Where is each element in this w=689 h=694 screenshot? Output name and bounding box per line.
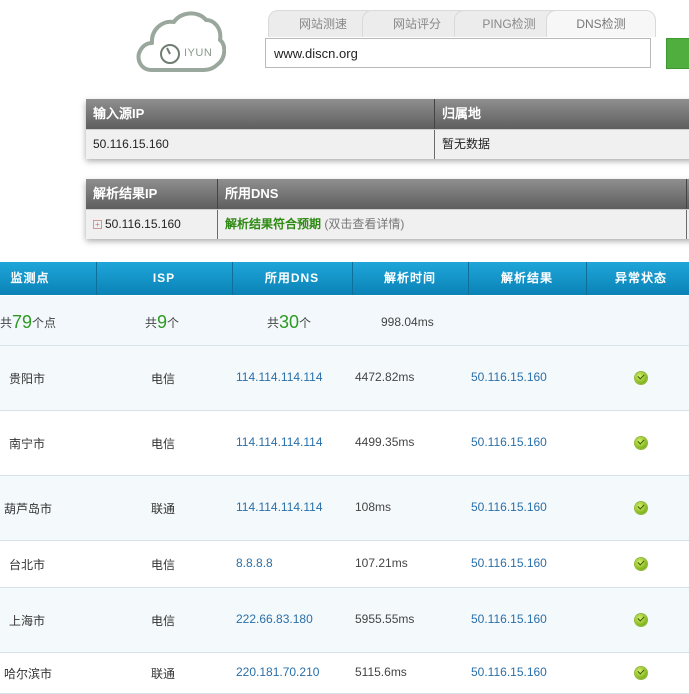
row-resolve-result: 50.116.15.160 <box>471 435 547 449</box>
row-city: 哈尔滨市 <box>4 667 53 681</box>
resolve-status-cell[interactable]: 解析结果符合预期 (双击查看详情) <box>218 210 687 239</box>
header-location: 归属地 <box>442 106 482 121</box>
resolve-result-panel-header: 解析结果IP 所用DNS <box>86 179 689 209</box>
row-city: 台北市 <box>9 558 46 572</box>
results-table-header: 监测点 ISP 所用DNS 解析时间 解析结果 异常状态 <box>0 262 689 295</box>
table-row[interactable]: 贵阳市 电信 114.114.114.114 4472.82ms 50.116.15.1… <box>0 346 689 411</box>
logo-text: IYUN <box>184 47 213 59</box>
row-resolve-result: 50.116.15.160 <box>471 500 547 514</box>
header-resolve-ip: 解析结果IP <box>86 179 218 209</box>
source-ip-panel-header: 输入源IP 归属地 <box>86 99 689 129</box>
row-resolve-result: 50.116.15.160 <box>471 665 547 679</box>
summary-isp: 共9个 <box>145 312 180 332</box>
tool-tabs: 网站测速 网站评分 PING检测 DNS检测 <box>268 10 689 38</box>
table-row[interactable]: 台北市 电信 8.8.8.8 107.21ms 50.116.15.160 <box>0 541 689 588</box>
location-value: 暂无数据 <box>442 137 491 151</box>
row-dns: 114.114.114.114 <box>236 500 323 514</box>
cloud-logo-icon <box>136 11 226 72</box>
status-ok-icon <box>635 667 647 679</box>
tab-dns-check[interactable]: DNS检测 <box>546 10 656 37</box>
summary-dns-count: 30 <box>279 312 300 332</box>
row-city: 葫芦岛市 <box>4 502 53 516</box>
check-button[interactable] <box>666 38 689 69</box>
row-resolve-result: 50.116.15.160 <box>471 370 547 384</box>
row-resolve-time: 107.21ms <box>355 556 408 570</box>
row-city: 上海市 <box>9 614 46 628</box>
row-city: 南宁市 <box>9 437 46 451</box>
col-used-dns[interactable]: 所用DNS <box>232 262 352 295</box>
table-row[interactable]: 哈尔滨市 联通 220.181.70.210 5115.6ms 50.116.15.16… <box>0 653 689 694</box>
row-isp: 电信 <box>151 372 176 386</box>
expand-icon[interactable]: + <box>93 220 102 229</box>
source-ip-panel: 输入源IP 归属地 50.116.15.160 暂无数据 <box>86 99 689 159</box>
row-resolve-result: 50.116.15.160 <box>471 556 547 570</box>
resolve-ip-cell[interactable]: +50.116.15.160 <box>86 210 218 239</box>
table-row[interactable]: 南宁市 电信 114.114.114.114 4499.35ms 50.116.15.1… <box>0 411 689 476</box>
row-isp: 联通 <box>151 502 176 516</box>
status-ok-icon <box>635 437 647 449</box>
summary-nodes-count: 79 <box>12 312 33 332</box>
table-row[interactable]: 葫芦岛市 联通 114.114.114.114 108ms 50.116.15.160 <box>0 476 689 541</box>
row-dns: 8.8.8.8 <box>236 556 273 570</box>
summary-avg-time: 998.04ms <box>381 315 434 329</box>
status-ok-icon <box>635 502 647 514</box>
header-source-ip: 输入源IP <box>86 99 435 129</box>
summary-isp-count: 9 <box>157 312 168 332</box>
row-isp: 联通 <box>151 667 176 681</box>
resolve-status-text: 解析结果符合预期 <box>225 217 322 231</box>
summary-nodes: 共79个点 <box>0 312 57 332</box>
resolve-detail-hint: (双击查看详情) <box>324 217 405 231</box>
status-ok-icon <box>635 558 647 570</box>
row-resolve-time: 4499.35ms <box>355 435 415 449</box>
row-isp: 电信 <box>151 614 176 628</box>
header-used-dns: 所用DNS <box>218 179 687 209</box>
resolve-result-panel: 解析结果IP 所用DNS +50.116.15.160 解析结果符合预期 (双击… <box>86 179 689 239</box>
col-resolve-result[interactable]: 解析结果 <box>468 262 586 295</box>
row-dns: 220.181.70.210 <box>236 665 320 679</box>
col-resolve-time[interactable]: 解析时间 <box>352 262 468 295</box>
source-ip-value: 50.116.15.160 <box>86 130 435 159</box>
source-ip-row: 50.116.15.160 暂无数据 <box>86 129 689 159</box>
logo[interactable]: IYUN <box>134 8 226 76</box>
row-resolve-time: 5955.55ms <box>355 612 415 626</box>
row-isp: 电信 <box>151 558 176 572</box>
resolve-ip-value: 50.116.15.160 <box>105 217 181 231</box>
status-ok-icon <box>635 614 647 626</box>
resolve-result-row[interactable]: +50.116.15.160 解析结果符合预期 (双击查看详情) <box>86 209 689 239</box>
col-isp[interactable]: ISP <box>96 262 232 295</box>
row-dns: 114.114.114.114 <box>236 435 323 449</box>
row-dns: 222.66.83.180 <box>236 612 313 626</box>
row-resolve-time: 108ms <box>355 500 392 514</box>
table-row[interactable]: 上海市 电信 222.66.83.180 5955.55ms 50.116.15.160 <box>0 588 689 653</box>
summary-dns: 共30个 <box>267 312 312 332</box>
summary-row: 共79个点 共9个 共30个 998.04ms <box>0 296 689 346</box>
row-isp: 电信 <box>151 437 176 451</box>
row-resolve-time: 4472.82ms <box>355 370 415 384</box>
row-city: 贵阳市 <box>9 372 46 386</box>
row-resolve-result: 50.116.15.160 <box>471 612 547 626</box>
row-dns: 114.114.114.114 <box>236 370 323 384</box>
url-input[interactable] <box>265 38 651 68</box>
col-monitor-point[interactable]: 监测点 <box>0 262 60 295</box>
status-ok-icon <box>635 372 647 384</box>
col-anomaly-status[interactable]: 异常状态 <box>586 262 689 295</box>
row-resolve-time: 5115.6ms <box>355 665 407 679</box>
